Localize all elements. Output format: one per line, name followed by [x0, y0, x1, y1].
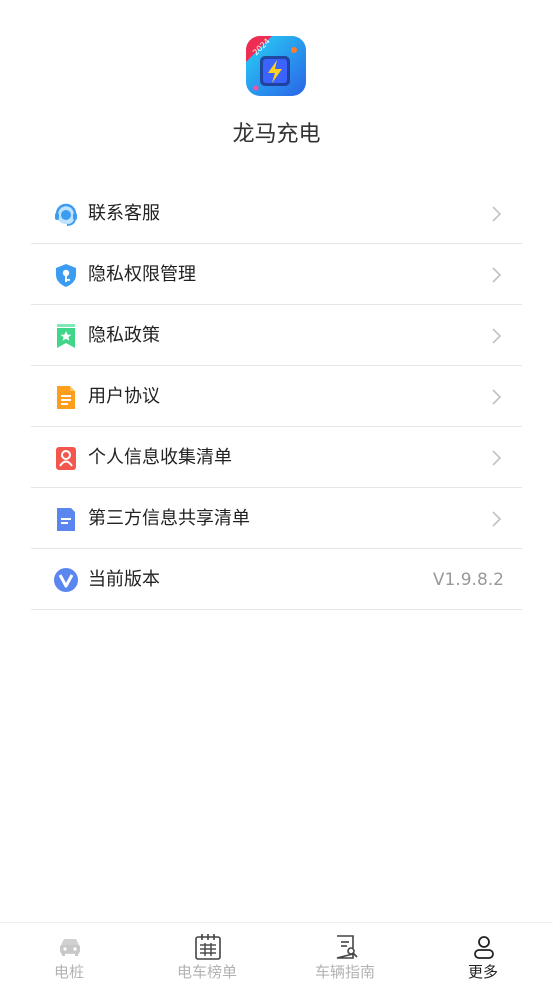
menu-item-current-version: 当前版本 V1.9.8.2 — [31, 549, 522, 610]
person-card-icon — [53, 445, 79, 471]
tab-label: 更多 — [467, 963, 498, 981]
tab-label: 车辆指南 — [314, 963, 375, 981]
menu-item-user-agreement[interactable]: 用户协议 — [31, 366, 522, 427]
car-icon — [56, 933, 84, 961]
bottom-tab-bar: 电桩 电车榜单 车辆指南 更多 — [0, 922, 553, 984]
menu-item-privacy-policy[interactable]: 隐私政策 — [31, 305, 522, 366]
tab-label: 电车榜单 — [176, 963, 237, 981]
menu-item-label: 隐私权限管理 — [88, 264, 196, 285]
bookmark-star-icon — [53, 323, 79, 349]
menu-item-label: 用户协议 — [88, 386, 160, 407]
tab-label: 电桩 — [53, 963, 84, 981]
version-value: V1.9.8.2 — [432, 570, 504, 590]
app-header: 2024 龙马充电 — [0, 0, 553, 170]
settings-menu: 联系客服 隐私权限管理 隐私政策 用户协议 个人信息收集清单 第三方信息共享清单… — [31, 183, 522, 610]
customer-service-icon — [53, 201, 79, 227]
menu-item-label: 联系客服 — [88, 203, 160, 224]
chevron-right-icon — [490, 265, 504, 285]
person-icon — [470, 933, 498, 961]
tab-charging-piles[interactable]: 电桩 — [0, 923, 138, 984]
guide-doc-icon — [332, 933, 360, 961]
document-icon — [53, 384, 79, 410]
tab-more[interactable]: 更多 — [414, 923, 552, 984]
menu-item-label: 个人信息收集清单 — [88, 447, 232, 468]
chevron-right-icon — [490, 509, 504, 529]
chevron-right-icon — [490, 387, 504, 407]
version-v-icon — [53, 567, 79, 593]
tab-ev-rankings[interactable]: 电车榜单 — [138, 923, 276, 984]
chevron-right-icon — [490, 204, 504, 224]
menu-item-personal-info-list[interactable]: 个人信息收集清单 — [31, 427, 522, 488]
app-logo-icon: 2024 — [246, 36, 306, 96]
app-title: 龙马充电 — [232, 122, 321, 147]
shield-key-icon — [53, 262, 79, 288]
tab-vehicle-guide[interactable]: 车辆指南 — [276, 923, 414, 984]
chevron-right-icon — [490, 326, 504, 346]
menu-item-label: 当前版本 — [88, 569, 160, 590]
menu-item-customer-service[interactable]: 联系客服 — [31, 183, 522, 244]
menu-item-label: 第三方信息共享清单 — [88, 508, 250, 529]
menu-item-third-party-sharing-list[interactable]: 第三方信息共享清单 — [31, 488, 522, 549]
calendar-grid-icon — [194, 933, 222, 961]
menu-item-privacy-permissions[interactable]: 隐私权限管理 — [31, 244, 522, 305]
file-list-icon — [53, 506, 79, 532]
menu-item-label: 隐私政策 — [88, 325, 160, 346]
chevron-right-icon — [490, 448, 504, 468]
